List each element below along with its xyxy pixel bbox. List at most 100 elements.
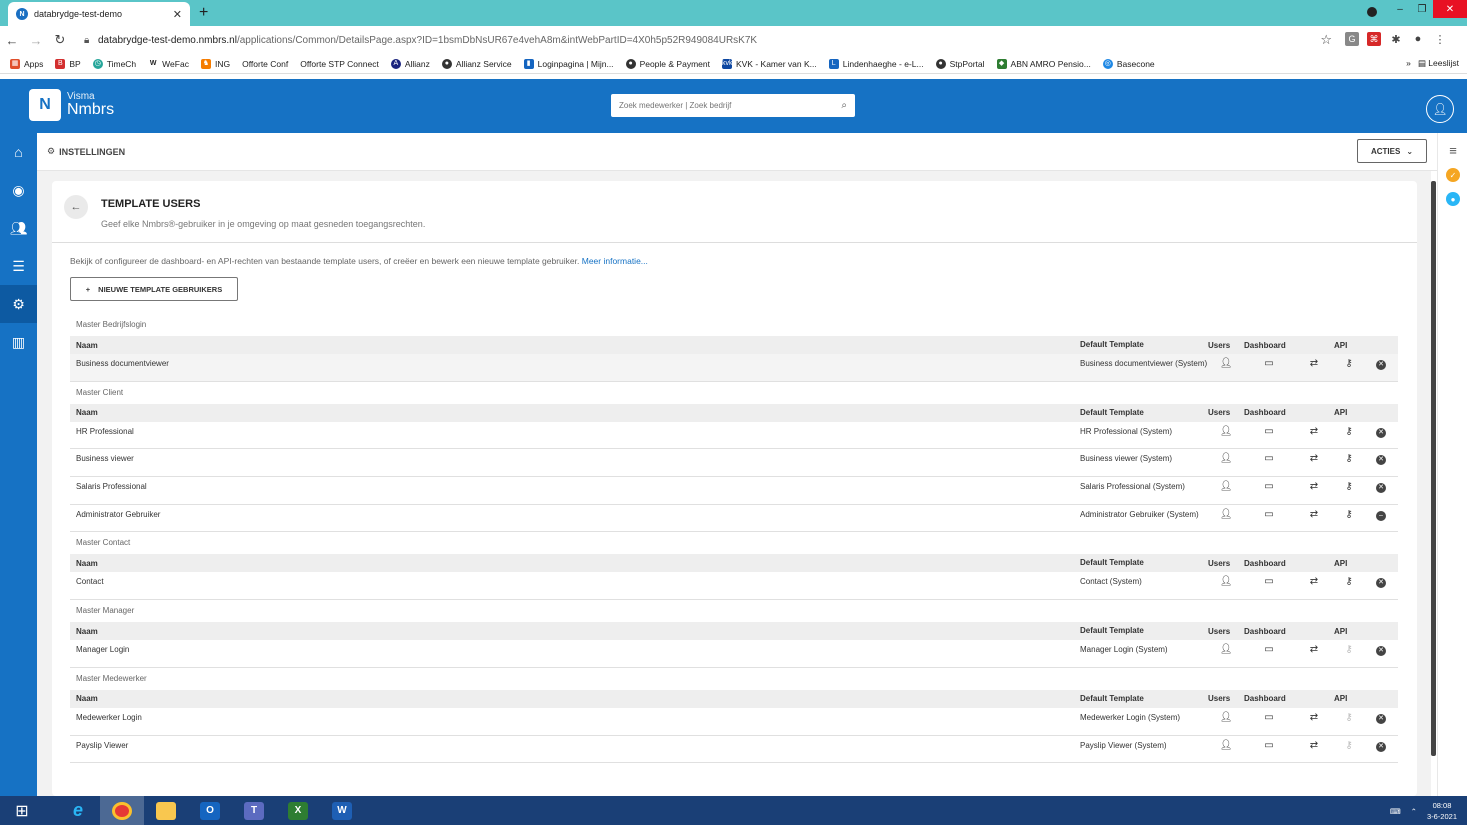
word-icon[interactable]: W <box>320 796 364 825</box>
table-row[interactable]: Salaris Professional Salaris Professiona… <box>70 477 1398 505</box>
windows-start-icon[interactable]: ⊞ <box>0 796 44 825</box>
table-row[interactable]: Medewerker Login Medewerker Login (Syste… <box>70 708 1398 736</box>
bookmark-item[interactable]: B BP <box>55 58 81 69</box>
sync-arrows-icon[interactable]: ⇄ <box>1310 359 1318 369</box>
users-icon[interactable]: 👤︎ <box>1220 577 1233 587</box>
new-tab-icon[interactable]: + <box>199 4 208 22</box>
dashboard-window-icon[interactable]: ▭ <box>1264 359 1273 369</box>
window-close-icon[interactable]: ✕ <box>1433 0 1467 18</box>
template-name[interactable]: Business viewer <box>70 454 1080 463</box>
table-row[interactable]: Administrator Gebruiker Administrator Ge… <box>70 505 1398 533</box>
file-explorer-icon[interactable] <box>144 796 188 825</box>
new-template-user-button[interactable]: + NIEUWE TEMPLATE GEBRUIKERS <box>70 277 238 301</box>
table-row[interactable]: Business viewer Business viewer (System)… <box>70 449 1398 478</box>
sync-arrows-icon[interactable]: ⇄ <box>1310 712 1318 723</box>
api-key-icon[interactable]: ⚷ <box>1345 426 1352 437</box>
puzzle-icon[interactable]: ✱ <box>1389 32 1403 46</box>
back-icon[interactable]: ← <box>0 33 24 48</box>
minimize-icon[interactable]: – <box>1389 0 1411 18</box>
bookmark-item[interactable]: ● Allianz Service <box>441 58 512 69</box>
compass-icon[interactable]: ◉ <box>0 171 37 209</box>
template-name[interactable]: Business documentviewer <box>70 359 1080 368</box>
bookmark-item[interactable]: ● People & Payment <box>625 58 710 69</box>
browser-tab[interactable]: N databrydge-test-demo ✕ <box>8 2 190 26</box>
excel-icon[interactable]: X <box>276 796 320 825</box>
bookmark-item[interactable]: W WeFac <box>148 58 189 69</box>
dashboard-window-icon[interactable]: ▭ <box>1264 426 1273 437</box>
tasks-check-icon[interactable]: ✓ <box>1446 168 1460 182</box>
bookmark-item[interactable]: ♞ ING <box>200 58 230 69</box>
sync-arrows-icon[interactable]: ⇄ <box>1310 740 1318 751</box>
sync-arrows-icon[interactable]: ⇄ <box>1310 454 1318 464</box>
users-icon[interactable]: 👤︎ <box>1220 712 1233 723</box>
dashboard-window-icon[interactable]: ▭ <box>1264 740 1273 751</box>
search-icon[interactable]: ⌕ <box>841 100 847 111</box>
table-row[interactable]: Contact Contact (System) 👤︎ ▭ ⇄ ⚷ ✕ <box>70 572 1398 601</box>
search-input[interactable] <box>619 101 842 110</box>
dashboard-window-icon[interactable]: ▭ <box>1264 454 1273 464</box>
template-name[interactable]: Payslip Viewer <box>70 741 1080 750</box>
dashboard-window-icon[interactable]: ▭ <box>1264 577 1273 587</box>
bookmark-item[interactable]: Offorte Conf <box>242 59 288 69</box>
search-box[interactable]: ⌕ <box>611 94 855 117</box>
keyboard-icon[interactable]: ⌨ <box>1390 807 1401 816</box>
delete-x-icon[interactable]: ✕ <box>1376 578 1386 589</box>
template-name[interactable]: Medewerker Login <box>70 713 1080 722</box>
sync-arrows-icon[interactable]: ⇄ <box>1310 426 1318 437</box>
template-name[interactable]: Administrator Gebruiker <box>70 510 1080 519</box>
bookmark-item[interactable]: kvk KVK - Kamer van K... <box>721 58 817 69</box>
sync-arrows-icon[interactable]: ⇄ <box>1310 645 1318 655</box>
bookmark-star-icon[interactable]: ☆ <box>1320 32 1332 48</box>
table-row[interactable]: Manager Login Manager Login (System) 👤︎ … <box>70 640 1398 668</box>
sync-arrows-icon[interactable]: ⇄ <box>1310 577 1318 587</box>
api-key-icon[interactable]: ⚷ <box>1345 740 1352 751</box>
hamburger-menu-icon[interactable]: ≡ <box>1449 143 1457 158</box>
delete-x-icon[interactable]: ✕ <box>1376 427 1386 438</box>
home-icon[interactable]: ⌂ <box>0 133 37 171</box>
pdf-extension-icon[interactable]: ⌘ <box>1367 32 1381 46</box>
bookmark-item[interactable]: ◆ ABN AMRO Pensio... <box>996 58 1091 69</box>
actions-dropdown-button[interactable]: ACTIES ⌄ <box>1357 139 1427 163</box>
api-key-icon[interactable]: ⚷ <box>1345 577 1352 587</box>
address-bar[interactable]: 🔒︎ databrydge-test-demo.nmbrs.nl/applica… <box>84 30 1340 50</box>
users-icon[interactable]: 👤︎ <box>1220 426 1233 437</box>
teams-icon[interactable]: T <box>232 796 276 825</box>
table-row[interactable]: Business documentviewer Business documen… <box>70 354 1398 382</box>
bookmark-item[interactable]: ◎ Basecone <box>1102 58 1155 69</box>
bookmark-item[interactable]: Offorte STP Connect <box>300 59 379 69</box>
bookmark-item[interactable]: L Lindenhaeghe - e-L... <box>828 58 924 69</box>
dashboard-window-icon[interactable]: ▭ <box>1264 645 1273 655</box>
maximize-icon[interactable]: ❐ <box>1411 0 1433 18</box>
account-icon[interactable]: ● <box>1411 32 1425 46</box>
dashboard-window-icon[interactable]: ▭ <box>1264 482 1273 492</box>
reading-list[interactable]: » ▤ Leeslijst <box>1406 58 1459 69</box>
delete-x-icon[interactable]: ✕ <box>1376 483 1386 494</box>
tab-close-icon[interactable]: ✕ <box>173 8 182 21</box>
page-scrollbar[interactable] <box>1431 181 1436 756</box>
users-icon[interactable]: 👤︎ <box>1220 509 1233 520</box>
template-name[interactable]: Manager Login <box>70 645 1080 654</box>
table-row[interactable]: Payslip Viewer Payslip Viewer (System) 👤… <box>70 736 1398 764</box>
extension-g-icon[interactable]: G <box>1345 32 1359 46</box>
dashboard-window-icon[interactable]: ▭ <box>1264 712 1273 723</box>
reports-chart-icon[interactable]: ▥ <box>0 323 37 361</box>
table-row[interactable]: HR Professional HR Professional (System)… <box>70 422 1398 450</box>
settings-gear-icon[interactable]: ⚙ <box>0 285 37 323</box>
users-icon[interactable]: 👤︎ <box>1220 454 1233 464</box>
people-icon[interactable]: 👥︎ <box>0 209 37 247</box>
remove-minus-icon[interactable]: – <box>1376 510 1386 521</box>
delete-x-icon[interactable]: ✕ <box>1376 646 1386 657</box>
menu-dots-icon[interactable]: ⋮ <box>1433 32 1447 46</box>
user-avatar-icon[interactable]: 👤︎ <box>1426 95 1454 123</box>
forward-icon[interactable]: → <box>24 33 48 48</box>
users-icon[interactable]: 👤︎ <box>1220 645 1233 655</box>
api-key-icon[interactable]: ⚷ <box>1345 454 1352 464</box>
clock[interactable]: 08:08 3-6-2021 <box>1427 800 1457 822</box>
api-key-icon[interactable]: ⚷ <box>1345 645 1352 655</box>
chat-bubble-icon[interactable]: ● <box>1446 192 1460 206</box>
users-icon[interactable]: 👤︎ <box>1220 482 1233 492</box>
bookmark-item[interactable]: ▦ Apps <box>10 58 43 69</box>
outlook-icon[interactable]: O <box>188 796 232 825</box>
bookmark-item[interactable]: ● StpPortal <box>935 58 985 69</box>
api-key-icon[interactable]: ⚷ <box>1345 359 1352 369</box>
